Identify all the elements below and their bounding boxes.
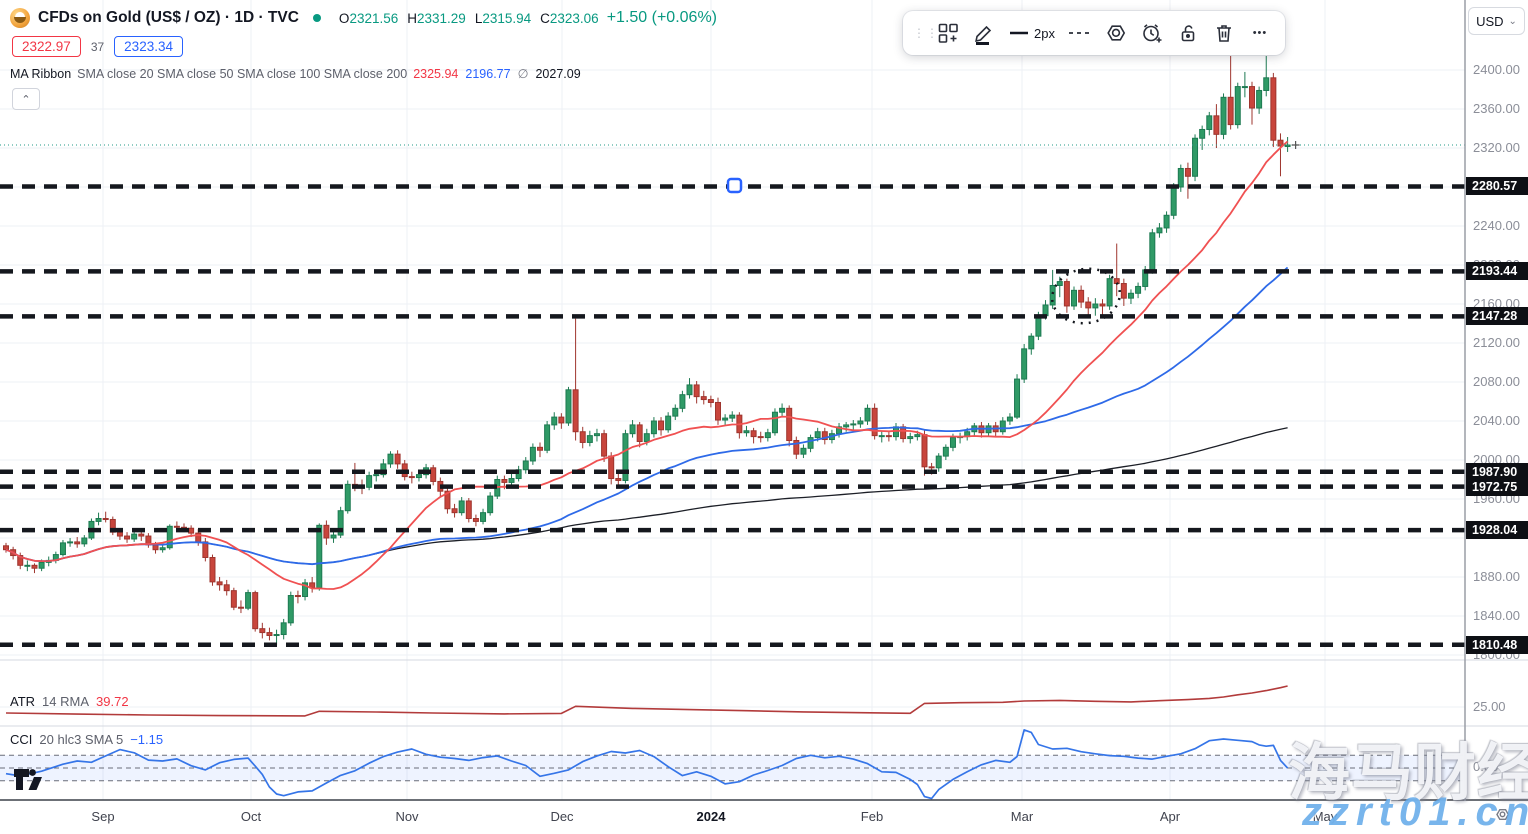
ohlc-values: O2321.56 H2331.29 L2315.94 C2323.06 bbox=[339, 11, 599, 26]
time-axis-label: Mar bbox=[1011, 809, 1033, 824]
price-tick-label: 2320.00 bbox=[1473, 140, 1520, 155]
add-alert-button[interactable] bbox=[1137, 17, 1167, 49]
ma-ribbon-legend[interactable]: MA Ribbon SMA close 20 SMA close 50 SMA … bbox=[10, 66, 588, 81]
ma-value: 2196.77 bbox=[465, 67, 510, 81]
price-level-badge: 2193.44 bbox=[1466, 262, 1528, 280]
symbol-logo-icon[interactable] bbox=[10, 8, 30, 28]
more-options-button[interactable]: ••• bbox=[1245, 17, 1275, 49]
symbol-title[interactable]: CFDs on Gold (US$ / OZ) · 1D · TVC bbox=[38, 9, 299, 27]
ohlc-item: L2315.94 bbox=[475, 11, 531, 26]
price-tick-label: 2360.00 bbox=[1473, 101, 1520, 116]
cci-axis-label: 0.00 bbox=[1473, 759, 1498, 774]
line-width-button[interactable]: 2px bbox=[1005, 17, 1059, 49]
price-tick-label: 1840.00 bbox=[1473, 608, 1520, 623]
price-level-badge: 1928.04 bbox=[1466, 521, 1528, 539]
ma-ribbon-params: SMA close 20 SMA close 50 SMA close 100 … bbox=[77, 67, 407, 81]
line-style-button[interactable] bbox=[1065, 17, 1095, 49]
chart-canvas[interactable] bbox=[0, 0, 1528, 834]
price-level-badge: 1972.75 bbox=[1466, 478, 1528, 496]
time-axis-label: Sep bbox=[91, 809, 114, 824]
ohlc-item: H2331.29 bbox=[407, 11, 466, 26]
ma-ribbon-title: MA Ribbon bbox=[10, 67, 71, 81]
market-status-icon[interactable] bbox=[313, 14, 321, 22]
time-axis-label: 2024 bbox=[697, 809, 726, 824]
price-level-badge: 2147.28 bbox=[1466, 307, 1528, 325]
price-level-badge: 1810.48 bbox=[1466, 636, 1528, 654]
settings-button[interactable] bbox=[1101, 17, 1131, 49]
price-tick-label: 2240.00 bbox=[1473, 218, 1520, 233]
cci-legend[interactable]: CCI 20 hlc3 SMA 5 −1.15 bbox=[10, 732, 163, 747]
ohlc-item: C2323.06 bbox=[540, 11, 599, 26]
spread-value: 37 bbox=[91, 40, 104, 54]
price-level-badge: 2280.57 bbox=[1466, 177, 1528, 195]
pencil-icon bbox=[972, 21, 996, 45]
atr-value: 39.72 bbox=[96, 694, 129, 709]
chevron-down-icon: ⌄ bbox=[1509, 16, 1517, 27]
cci-value: −1.15 bbox=[130, 732, 163, 747]
atr-title: ATR bbox=[10, 694, 35, 709]
price-tick-label: 2080.00 bbox=[1473, 374, 1520, 389]
cci-params: 20 hlc3 SMA 5 bbox=[39, 732, 123, 747]
price-tick-label: 2120.00 bbox=[1473, 335, 1520, 350]
dashed-line-icon bbox=[1068, 29, 1092, 37]
ma-ribbon-values: 2325.94 2196.77 ∅ 2027.09 bbox=[413, 66, 587, 81]
symbol-header: CFDs on Gold (US$ / OZ) · 1D · TVC O2321… bbox=[10, 8, 717, 28]
template-button[interactable] bbox=[933, 17, 963, 49]
drawing-toolbar: ⋮⋮ 2px bbox=[903, 11, 1285, 55]
time-axis-label: Dec bbox=[550, 809, 573, 824]
color-pencil-button[interactable] bbox=[969, 17, 999, 49]
bid-ask-row: 2322.97 37 2323.34 bbox=[12, 36, 183, 57]
time-axis-label: Nov bbox=[395, 809, 418, 824]
price-scale[interactable]: 2400.002360.002320.002240.002200.002160.… bbox=[1466, 0, 1528, 800]
price-tick-label: 2040.00 bbox=[1473, 413, 1520, 428]
lock-button[interactable] bbox=[1173, 17, 1203, 49]
line-width-icon bbox=[1009, 29, 1029, 37]
currency-label: USD bbox=[1476, 14, 1503, 29]
trading-chart-window: CFDs on Gold (US$ / OZ) · 1D · TVC O2321… bbox=[0, 0, 1528, 834]
currency-dropdown[interactable]: USD ⌄ bbox=[1468, 7, 1525, 35]
timezone-settings-gear-icon[interactable] bbox=[1494, 806, 1511, 828]
bid-price-button[interactable]: 2322.97 bbox=[12, 36, 81, 57]
alert-clock-plus-icon bbox=[1140, 21, 1164, 45]
price-change: +1.50 (+0.06%) bbox=[607, 9, 717, 27]
ma-value: 2027.09 bbox=[535, 67, 580, 81]
time-scale[interactable]: Sep Oct Nov Dec 2024 Feb Mar Apr May bbox=[0, 801, 1528, 834]
time-axis-label: Apr bbox=[1160, 809, 1180, 824]
delete-button[interactable] bbox=[1209, 17, 1239, 49]
unlock-icon bbox=[1176, 21, 1200, 45]
collapse-legend-button[interactable]: ⌃ bbox=[12, 88, 40, 110]
layout-grid-plus-icon bbox=[936, 21, 960, 45]
gear-icon bbox=[1104, 21, 1128, 45]
toolbar-drag-handle-icon[interactable]: ⋮⋮ bbox=[913, 30, 927, 37]
price-tick-label: 1880.00 bbox=[1473, 569, 1520, 584]
atr-legend[interactable]: ATR 14 RMA 39.72 bbox=[10, 694, 129, 709]
atr-axis-label: 25.00 bbox=[1473, 699, 1506, 714]
trash-icon bbox=[1212, 21, 1236, 45]
ohlc-item: O2321.56 bbox=[339, 11, 398, 26]
line-width-label: 2px bbox=[1034, 26, 1055, 41]
ma-value: ∅ bbox=[518, 67, 529, 81]
price-tick-label: 2400.00 bbox=[1473, 62, 1520, 77]
atr-params: 14 RMA bbox=[42, 694, 89, 709]
tradingview-logo-icon[interactable] bbox=[14, 768, 48, 796]
time-axis-label: May bbox=[1313, 809, 1338, 824]
time-axis-label: Oct bbox=[241, 809, 261, 824]
time-axis-label: Feb bbox=[861, 809, 883, 824]
ma-value: 2325.94 bbox=[413, 67, 458, 81]
ask-price-button[interactable]: 2323.34 bbox=[114, 36, 183, 57]
cci-title: CCI bbox=[10, 732, 32, 747]
